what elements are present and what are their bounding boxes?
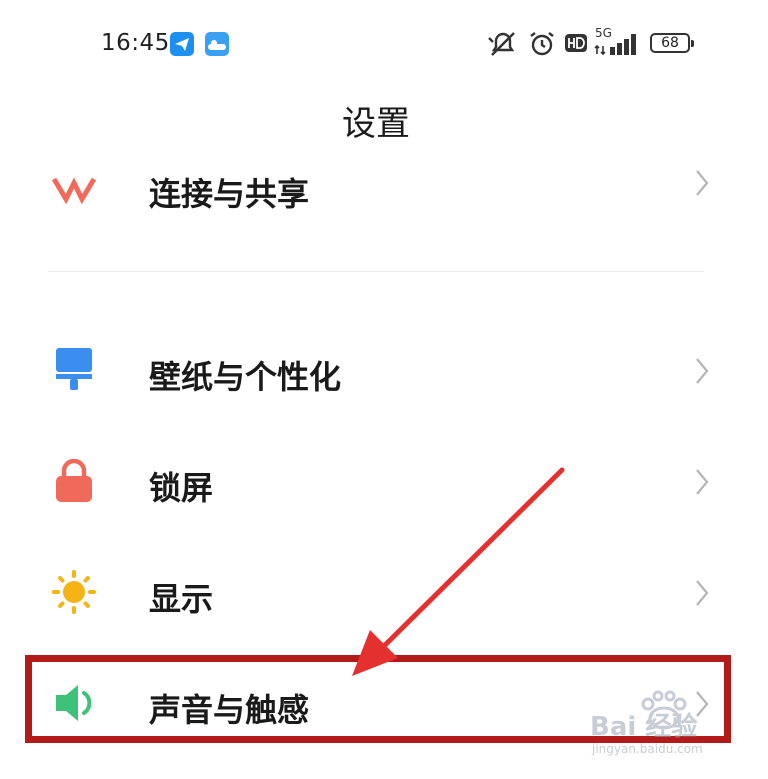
watermark-brand: Bai 经验 bbox=[590, 712, 698, 742]
watermark-url: jingyan.baidu.com bbox=[592, 742, 703, 756]
annotation-arrow bbox=[352, 467, 565, 676]
baidu-watermark: Bai 经验 jingyan.baidu.com bbox=[590, 690, 760, 770]
